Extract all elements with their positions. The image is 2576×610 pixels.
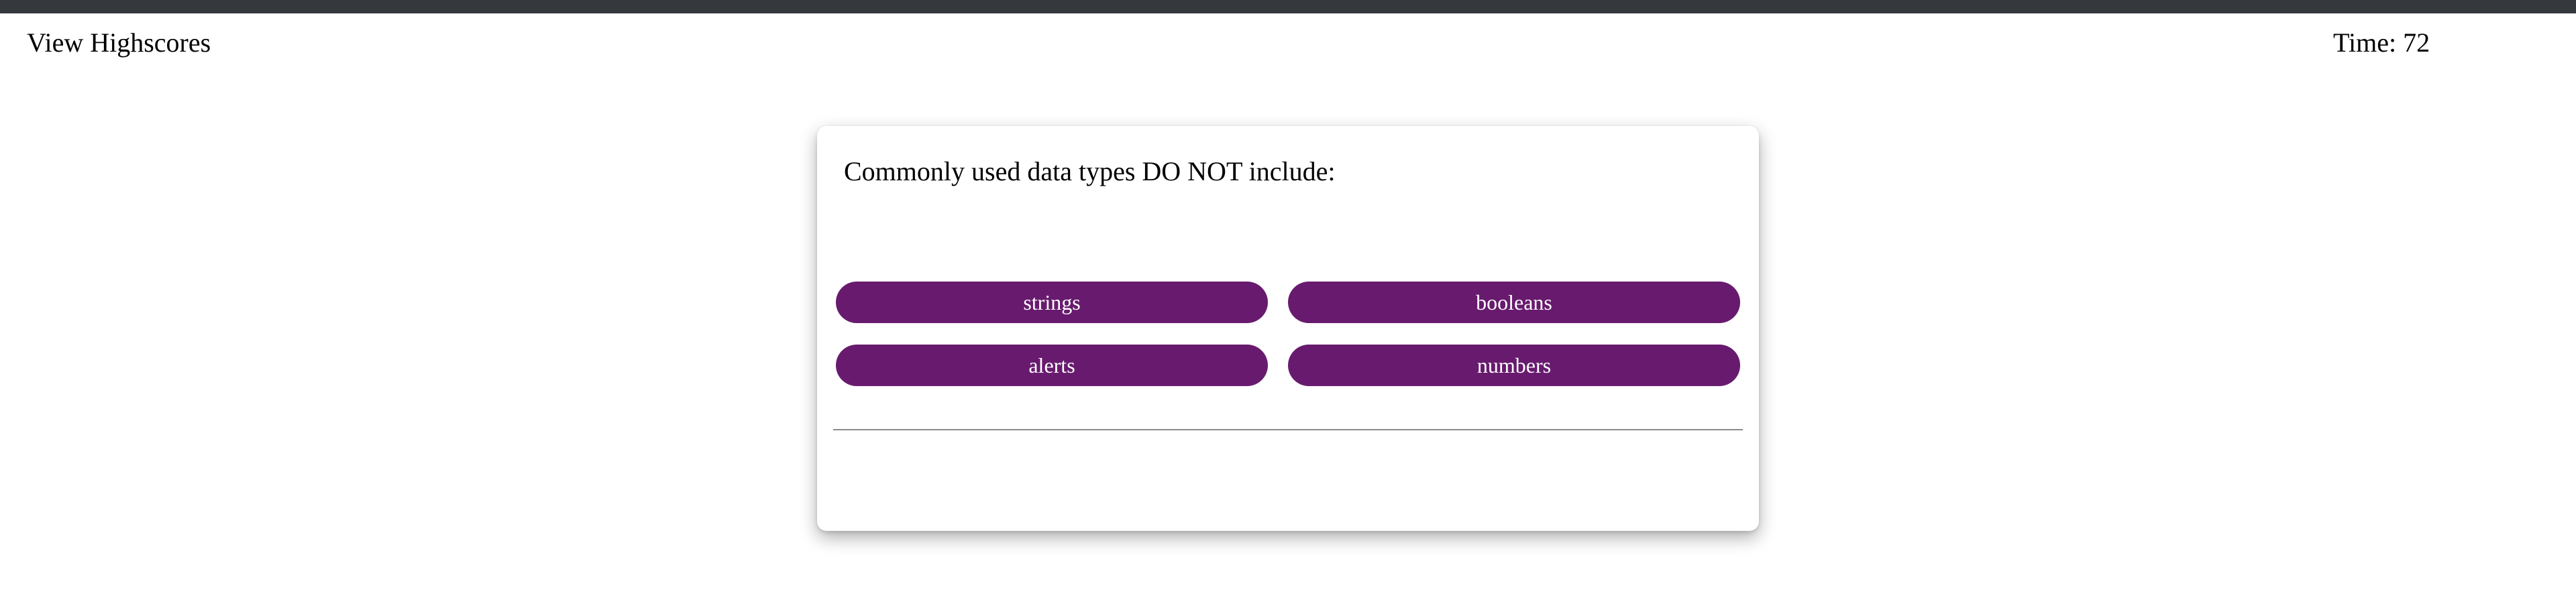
timer-label: Time: [2333,27,2397,58]
top-bar [0,0,2576,13]
quiz-card: Commonly used data types DO NOT include:… [817,126,1759,531]
answer-choices: strings booleans alerts numbers [836,282,1740,386]
page-header: View Highscores Time: 72 [0,13,2576,72]
view-highscores-link[interactable]: View Highscores [27,27,211,59]
timer-value: 72 [2403,27,2430,58]
choice-button-booleans[interactable]: booleans [1288,282,1740,323]
choice-button-alerts[interactable]: alerts [836,345,1268,386]
choice-button-numbers[interactable]: numbers [1288,345,1740,386]
timer: Time: 72 [2333,27,2430,59]
question-text: Commonly used data types DO NOT include: [844,156,1336,186]
choice-button-strings[interactable]: strings [836,282,1268,323]
divider [833,429,1743,430]
